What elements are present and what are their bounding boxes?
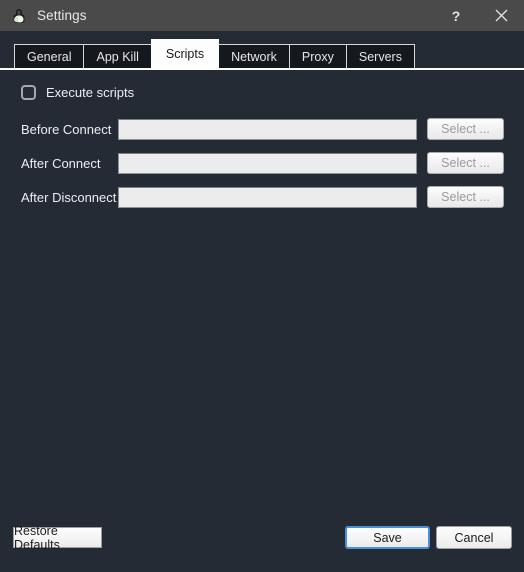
window-title: Settings — [37, 8, 87, 23]
tab-general[interactable]: General — [14, 44, 85, 69]
before-connect-label: Before Connect — [21, 121, 112, 137]
after-disconnect-select-button[interactable]: Select ... — [427, 186, 504, 208]
tab-strip: General App Kill Scripts Network Proxy S… — [0, 38, 524, 70]
restore-defaults-button[interactable]: Restore Defaults — [13, 524, 102, 552]
execute-scripts-checkbox[interactable] — [21, 84, 36, 100]
after-connect-label: After Connect — [21, 155, 101, 171]
after-connect-input[interactable] — [118, 152, 417, 174]
settings-window: Settings ? General App Kill Scripts Netw… — [0, 0, 524, 572]
tab-scripts[interactable]: Scripts — [150, 39, 220, 69]
dialog-footer: Restore Defaults Save Cancel — [0, 518, 524, 572]
cancel-button[interactable]: Cancel — [436, 526, 512, 549]
window-controls: ? — [434, 0, 524, 31]
help-button[interactable]: ? — [434, 0, 478, 31]
execute-scripts-row[interactable]: Execute scripts — [21, 82, 524, 102]
title-bar: Settings ? — [0, 0, 524, 31]
after-disconnect-label: After Disconnect — [21, 189, 117, 205]
tab-proxy[interactable]: Proxy — [288, 44, 347, 69]
execute-scripts-label: Execute scripts — [46, 84, 135, 100]
close-icon — [495, 9, 507, 22]
before-connect-row: Before Connect Select ... — [0, 115, 524, 143]
after-disconnect-input[interactable] — [118, 186, 417, 208]
before-connect-input[interactable] — [118, 118, 417, 140]
after-connect-row: After Connect Select ... — [0, 149, 524, 177]
after-connect-select-button[interactable]: Select ... — [427, 152, 504, 174]
save-button[interactable]: Save — [345, 526, 430, 549]
before-connect-select-button[interactable]: Select ... — [427, 118, 504, 140]
tab-servers[interactable]: Servers — [345, 44, 415, 69]
scripts-panel: Execute scripts Before Connect Select ..… — [0, 70, 524, 518]
close-button[interactable] — [478, 0, 524, 31]
tab-network[interactable]: Network — [218, 44, 290, 69]
tab-app-kill[interactable]: App Kill — [83, 44, 152, 69]
after-disconnect-row: After Disconnect Select ... — [0, 183, 524, 211]
vpn-lock-icon — [13, 8, 25, 23]
tab-underline — [0, 68, 524, 70]
